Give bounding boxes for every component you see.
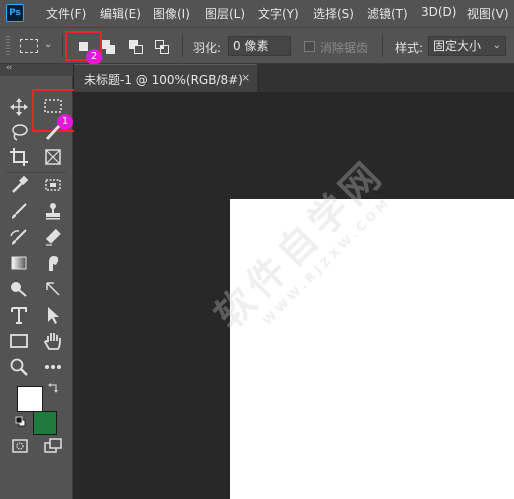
path-select-icon (48, 307, 59, 324)
healing-tool[interactable] (42, 174, 64, 196)
frame-icon (45, 149, 61, 165)
menu-view[interactable]: 视图(V) (467, 5, 509, 22)
gradient-tool[interactable] (8, 252, 30, 274)
style-select[interactable]: 固定大小 ⌄ (428, 36, 506, 56)
type-icon (11, 307, 27, 324)
options-bar: ⌄ 2 羽化: 0 像素 消除锯齿 样式: 固定大小 ⌄ (0, 27, 514, 65)
divider (382, 35, 383, 57)
zoom-tool[interactable] (8, 356, 30, 378)
frame-tool[interactable] (42, 146, 64, 168)
eyedropper-tool[interactable] (8, 174, 30, 196)
smudge-tool[interactable] (42, 252, 64, 274)
more-tools-button[interactable] (42, 356, 64, 378)
tools-panel: ‹‹ 1 (0, 63, 76, 499)
history-brush-icon (10, 229, 27, 245)
menu-edit[interactable]: 编辑(E) (100, 5, 141, 22)
menu-layer[interactable]: 图层(L) (205, 5, 245, 22)
pen-icon (46, 282, 60, 296)
lasso-icon (12, 124, 28, 141)
antialias-checkbox[interactable] (304, 41, 315, 52)
style-label: 样式: (395, 41, 424, 55)
document-tab-label: 未标题-1 @ 100%(RGB/8#) (84, 73, 243, 87)
pen-tool[interactable] (42, 278, 64, 300)
brush-icon (45, 124, 61, 141)
dodge-icon (11, 282, 27, 297)
document-tab-strip: 未标题-1 @ 100%(RGB/8#) × (74, 64, 514, 92)
divider (62, 35, 63, 57)
hand-icon (43, 333, 61, 350)
lasso-tool[interactable] (8, 121, 30, 143)
options-grip[interactable] (6, 36, 10, 56)
screen-mode-button[interactable] (42, 435, 64, 457)
antialias-label: 消除锯齿 (320, 41, 369, 55)
healing-icon (45, 179, 61, 191)
tools-panel-header: ‹‹ (0, 63, 73, 76)
feather-label: 羽化: (193, 41, 222, 55)
paintbrush-icon (12, 203, 27, 219)
chevron-down-icon: ⌄ (492, 40, 501, 51)
chevron-down-icon[interactable]: ⌄ (44, 39, 52, 50)
move-tool[interactable] (8, 96, 30, 118)
foreground-color-swatch[interactable] (17, 386, 43, 412)
quick-mask-button[interactable] (9, 435, 31, 457)
brush-select-tool[interactable] (42, 121, 64, 143)
feather-input[interactable]: 0 像素 (228, 36, 291, 56)
divider (182, 35, 183, 57)
intersect-selection-button[interactable] (152, 38, 170, 54)
menu-type[interactable]: 文字(Y) (258, 5, 299, 22)
step-badge-2: 2 (86, 49, 102, 65)
history-brush-tool[interactable] (8, 226, 30, 248)
eyedropper-icon (12, 175, 29, 193)
workspace (74, 92, 514, 499)
more-icon (45, 365, 61, 369)
stamp-tool[interactable] (42, 200, 64, 222)
menu-bar: Ps 文件(F) 编辑(E) 图像(I) 图层(L) 文字(Y) 选择(S) 滤… (0, 0, 514, 27)
document-canvas[interactable] (230, 199, 514, 499)
tool-preset-icon[interactable] (20, 39, 38, 53)
screen-mode-icon (44, 438, 62, 453)
rectangle-icon (10, 334, 28, 348)
menu-file[interactable]: 文件(F) (46, 5, 86, 22)
app-logo: Ps (6, 4, 24, 22)
smudge-icon (49, 256, 59, 271)
swap-colors-icon[interactable] (48, 382, 60, 394)
collapse-icon[interactable]: ‹‹ (6, 63, 12, 73)
eraser-icon (45, 228, 61, 246)
crop-icon (10, 148, 28, 166)
style-select-value: 固定大小 (433, 39, 482, 53)
background-color-swatch[interactable] (33, 411, 57, 435)
subtract-from-selection-button[interactable] (126, 38, 144, 54)
menu-filter[interactable]: 滤镜(T) (367, 5, 408, 22)
gradient-icon (11, 256, 27, 270)
move-icon (10, 98, 28, 116)
menu-image[interactable]: 图像(I) (153, 5, 190, 22)
menu-3d[interactable]: 3D(D) (421, 5, 456, 19)
eraser-tool[interactable] (42, 226, 64, 248)
paintbrush-tool[interactable] (8, 200, 30, 222)
stamp-icon (46, 203, 60, 220)
hand-tool[interactable] (42, 330, 64, 352)
zoom-icon (10, 358, 28, 376)
type-tool[interactable] (8, 304, 30, 326)
close-icon[interactable]: × (241, 71, 250, 84)
crop-tool[interactable] (8, 146, 30, 168)
dodge-tool[interactable] (8, 278, 30, 300)
quick-mask-icon (12, 439, 28, 453)
document-tab[interactable]: 未标题-1 @ 100%(RGB/8#) × (74, 64, 257, 92)
rectangle-tool[interactable] (8, 330, 30, 352)
default-colors-icon[interactable] (15, 416, 27, 428)
path-select-tool[interactable] (42, 304, 64, 326)
menu-select[interactable]: 选择(S) (313, 5, 354, 22)
